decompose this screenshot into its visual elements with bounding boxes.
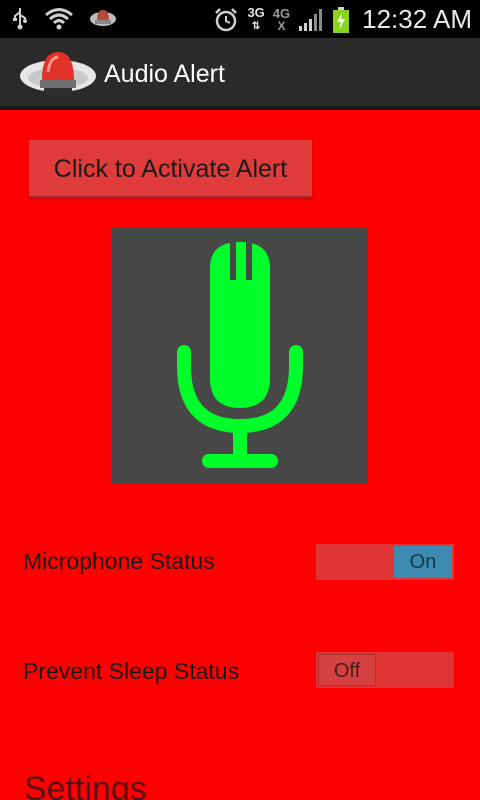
- status-clock: 12:32 AM: [362, 4, 472, 34]
- settings-heading: Settings: [24, 770, 147, 800]
- prevent-sleep-status-toggle[interactable]: Off: [316, 652, 454, 688]
- app-title: Audio Alert: [104, 60, 225, 88]
- microphone-icon: [177, 242, 303, 468]
- alarm-icon: [213, 7, 239, 33]
- wifi-icon: [44, 6, 74, 30]
- signal-icon: [298, 8, 324, 32]
- battery-charging-icon: [332, 6, 350, 34]
- microphone-status-toggle[interactable]: On: [316, 544, 454, 580]
- microphone-toggle-thumb: On: [394, 546, 452, 578]
- network-3g-indicator: 3G ⇅: [247, 4, 265, 32]
- microphone-image: [112, 228, 368, 484]
- usb-icon: [10, 6, 30, 30]
- microphone-status-label: Microphone Status: [23, 548, 215, 574]
- status-bar: 3G ⇅ 4G X 12:32 AM: [0, 0, 480, 38]
- prevent-sleep-status-label: Prevent Sleep Status: [23, 658, 240, 684]
- prevent-sleep-toggle-thumb: Off: [318, 654, 376, 686]
- action-bar: Audio Alert: [0, 38, 480, 110]
- siren-icon[interactable]: [18, 48, 98, 103]
- network-4g-indicator: 4G X: [272, 5, 291, 33]
- app-notification-icon: [88, 7, 118, 29]
- activate-alert-button[interactable]: Click to Activate Alert: [29, 140, 312, 198]
